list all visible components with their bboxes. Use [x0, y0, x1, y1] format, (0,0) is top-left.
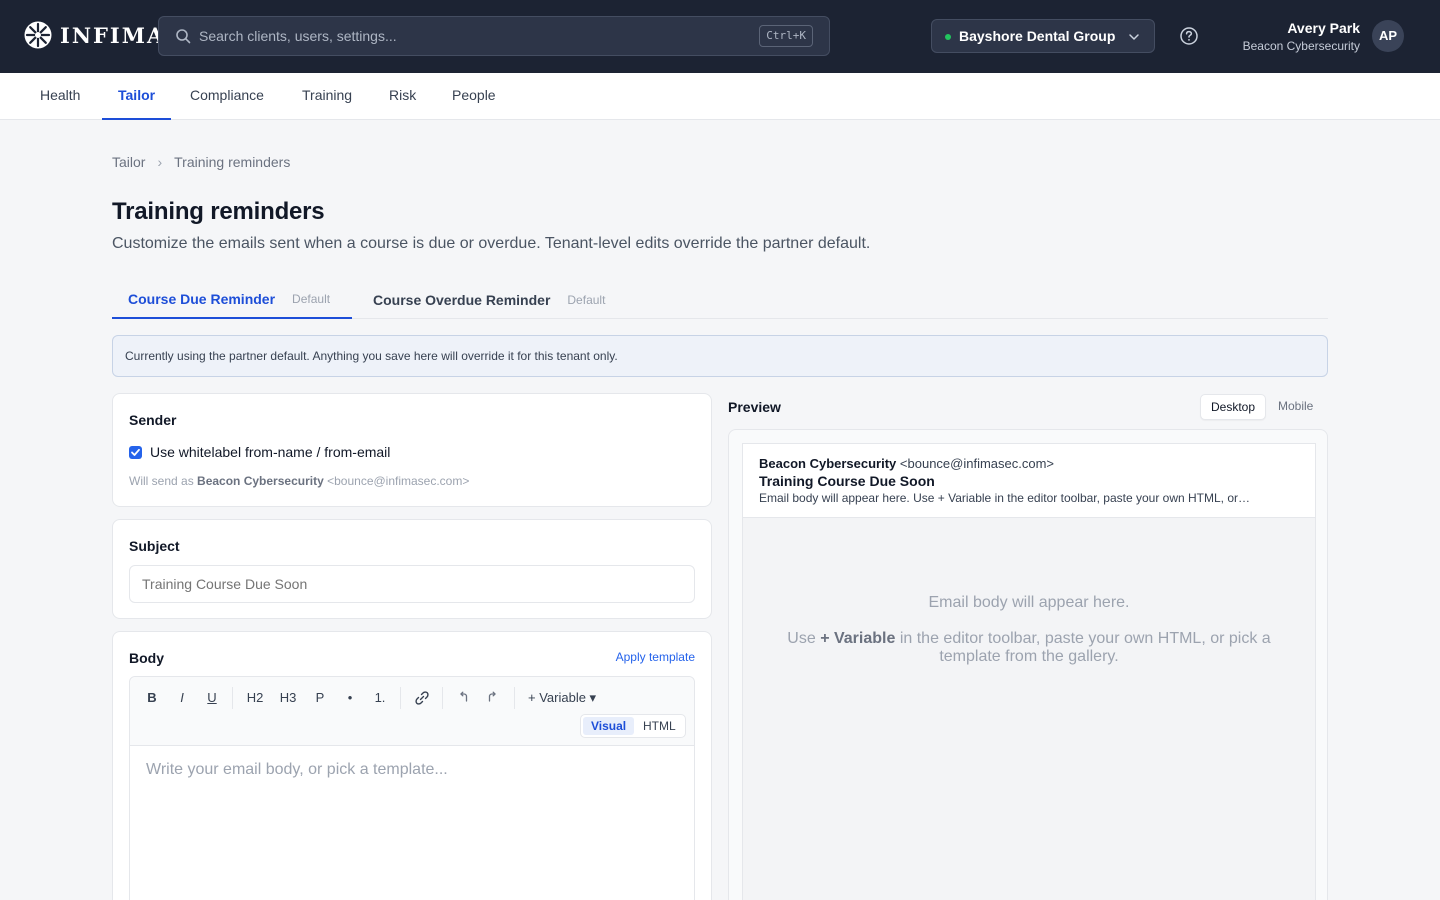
body-title: Body — [129, 650, 164, 666]
avatar[interactable]: AP — [1372, 20, 1404, 52]
page-title: Training reminders — [112, 198, 325, 225]
insert-variable-dropdown[interactable]: + Variable ▾ — [528, 689, 602, 707]
nav-item-tailor[interactable]: Tailor — [102, 73, 172, 120]
breadcrumb-current: Training reminders — [174, 154, 291, 170]
breadcrumb: Tailor › Training reminders — [112, 154, 290, 170]
empty-state-use: Use — [787, 630, 816, 647]
tenant-switcher[interactable]: Bayshore Dental Group — [931, 19, 1155, 53]
heading3-button[interactable]: H3 — [277, 689, 299, 707]
tab-course-overdue-reminder[interactable]: Course Overdue Reminder Default — [373, 280, 605, 319]
tenant-name: Bayshore Dental Group — [959, 28, 1116, 44]
email-header: Beacon Cybersecurity <bounce@infimasec.c… — [743, 444, 1315, 518]
preview-panel: Beacon Cybersecurity <bounce@infimasec.c… — [728, 429, 1328, 900]
user-name: Avery Park — [1287, 20, 1360, 36]
whitelabel-checkbox[interactable] — [129, 446, 142, 459]
subject-title: Subject — [129, 538, 180, 554]
tab-label: Course Due Reminder — [128, 290, 276, 307]
desktop-preview-button[interactable]: Desktop — [1200, 394, 1267, 420]
preview-title: Preview — [728, 399, 781, 415]
help-icon[interactable] — [1179, 26, 1199, 46]
bullet-list-button[interactable]: • — [342, 689, 358, 707]
empty-state-hint: Use + Variable in the editor toolbar, pa… — [783, 630, 1275, 666]
toolbar-divider — [400, 687, 401, 709]
nav-item-people[interactable]: People — [452, 73, 496, 120]
body-card: Body Apply template B I U H2 H3 P • 1. +… — [112, 631, 712, 900]
sender-from-email: <bounce@infimasec.com> — [327, 474, 470, 488]
whitelabel-label[interactable]: Use whitelabel from-name / from-email — [150, 444, 390, 460]
visual-mode-button[interactable]: Visual — [583, 717, 635, 735]
sender-card: Sender Use whitelabel from-name / from-e… — [112, 393, 712, 507]
editor-mode-toggle: Visual HTML — [580, 714, 686, 738]
sender-title: Sender — [129, 412, 177, 428]
breadcrumb-parent[interactable]: Tailor — [112, 154, 145, 170]
tab-default-badge: Default — [567, 292, 606, 307]
tenant-status-dot — [945, 34, 951, 40]
user-org: Beacon Cybersecurity — [1242, 39, 1360, 53]
sender-from-name: Beacon Cybersecurity — [197, 474, 324, 488]
empty-state-title: Email body will appear here. — [928, 594, 1130, 611]
nav-item-risk[interactable]: Risk — [389, 73, 416, 120]
reminder-tabs: Course Due Reminder Default Course Overd… — [112, 280, 1328, 319]
underline-button[interactable]: U — [204, 689, 220, 707]
email-body-empty-state: Email body will appear here. Use + Varia… — [743, 518, 1315, 900]
empty-state-rest: in the editor toolbar, paste your own HT… — [899, 630, 1271, 665]
sender-note-prefix: Will send as — [129, 474, 194, 488]
toolbar-divider — [442, 687, 443, 709]
override-notice: Currently using the partner default. Any… — [112, 335, 1328, 377]
nav-item-compliance[interactable]: Compliance — [190, 73, 264, 120]
undo-icon[interactable] — [456, 690, 470, 704]
brand-name: INFIMA — [60, 22, 166, 48]
italic-button[interactable]: I — [174, 689, 190, 707]
sender-note: Will send as Beacon Cybersecurity <bounc… — [129, 474, 469, 488]
empty-state-variable: + Variable — [820, 630, 896, 647]
email-snippet: Email body will appear here. Use + Varia… — [759, 491, 1251, 505]
bold-button[interactable]: B — [144, 689, 160, 707]
editor-toolbar: B I U H2 H3 P • 1. + Variable ▾ Visual H… — [130, 677, 694, 746]
mobile-preview-button[interactable]: Mobile — [1268, 394, 1323, 420]
nav-item-training[interactable]: Training — [302, 73, 352, 120]
snowflake-logo-icon — [24, 21, 52, 49]
numbered-list-button[interactable]: 1. — [372, 689, 388, 707]
brand-logo[interactable]: INFIMA — [24, 21, 165, 49]
subject-card: Subject — [112, 519, 712, 619]
tab-course-due-reminder[interactable]: Course Due Reminder Default — [112, 280, 353, 319]
search-shortcut-hint: Ctrl+K — [759, 25, 813, 47]
html-mode-button[interactable]: HTML — [635, 717, 684, 735]
tab-label: Course Overdue Reminder — [373, 291, 551, 308]
email-subject: Training Course Due Soon — [759, 473, 935, 489]
chevron-down-icon — [1129, 34, 1139, 40]
checkmark-icon — [131, 448, 140, 456]
email-preview: Beacon Cybersecurity <bounce@infimasec.c… — [742, 443, 1316, 900]
toolbar-divider — [514, 687, 515, 709]
apply-template-link[interactable]: Apply template — [616, 650, 695, 664]
email-from-name: Beacon Cybersecurity — [759, 456, 897, 471]
search-icon — [176, 29, 191, 44]
tab-default-badge: Default — [292, 291, 331, 306]
global-search[interactable]: Ctrl+K — [158, 16, 830, 56]
toolbar-divider — [232, 687, 233, 709]
link-icon[interactable] — [414, 690, 430, 706]
paragraph-button[interactable]: P — [312, 689, 328, 707]
search-input[interactable] — [199, 17, 739, 55]
page-description: Customize the emails sent when a course … — [112, 235, 871, 252]
email-from-address: <bounce@infimasec.com> — [899, 456, 1055, 471]
primary-nav: Health Tailor Compliance Training Risk P… — [0, 73, 1440, 120]
rich-text-editor: B I U H2 H3 P • 1. + Variable ▾ Visual H… — [129, 676, 695, 900]
breadcrumb-separator: › — [157, 154, 163, 170]
nav-item-health[interactable]: Health — [40, 73, 80, 120]
subject-input[interactable] — [129, 565, 695, 603]
redo-icon[interactable] — [486, 690, 500, 704]
top-bar: INFIMA Ctrl+K Bayshore Dental Group Aver… — [0, 0, 1440, 73]
editor-placeholder[interactable]: Write your email body, or pick a templat… — [146, 761, 448, 779]
email-from: Beacon Cybersecurity <bounce@infimasec.c… — [759, 456, 1299, 471]
device-toggle: Desktop Mobile — [1200, 394, 1328, 420]
heading2-button[interactable]: H2 — [244, 689, 266, 707]
